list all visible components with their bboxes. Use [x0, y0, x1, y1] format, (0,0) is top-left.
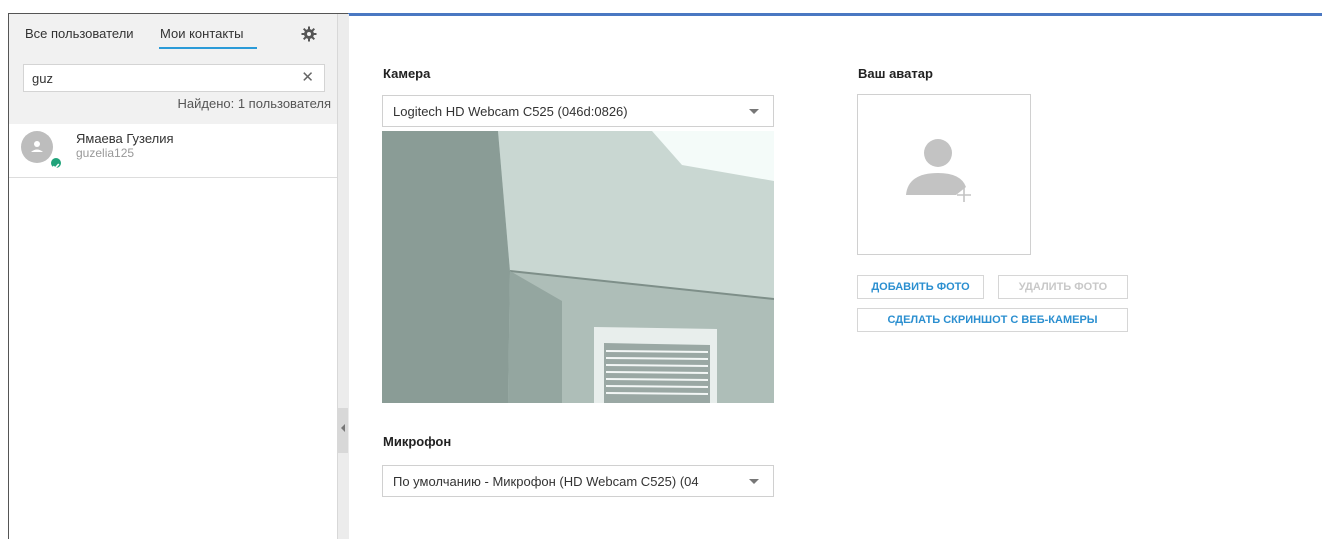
camera-preview [382, 131, 774, 403]
contact-name: Ямаева Гузелия [76, 131, 174, 146]
contact-login: guzelia125 [76, 146, 135, 160]
gear-icon[interactable] [301, 26, 317, 42]
microphone-label: Микрофон [383, 434, 452, 449]
contact-tabs: Все пользователи Мои контакты [9, 14, 337, 54]
microphone-select[interactable]: По умолчанию - Микрофон (HD Webcam C525)… [382, 465, 774, 497]
chevron-left-icon [341, 424, 345, 432]
window-top-accent [348, 13, 1322, 16]
camera-label: Камера [383, 66, 431, 81]
add-photo-button[interactable]: ДОБАВИТЬ ФОТО [857, 275, 984, 299]
user-icon [31, 141, 43, 152]
avatar-upload-area[interactable] [857, 94, 1031, 255]
contact-list-empty-area [9, 178, 337, 539]
add-user-icon [906, 139, 971, 202]
avatar-label: Ваш аватар [858, 66, 933, 81]
panel-splitter[interactable] [337, 14, 349, 539]
camera-select[interactable]: Logitech HD Webcam C525 (046d:0826) [382, 95, 774, 127]
online-status-icon [49, 156, 63, 170]
webcam-image [382, 131, 774, 403]
camera-select-value: Logitech HD Webcam C525 (046d:0826) [393, 104, 628, 119]
close-icon[interactable]: ✕ [301, 70, 314, 86]
search-result-count: Найдено: 1 пользователя [177, 96, 332, 111]
microphone-select-value: По умолчанию - Микрофон (HD Webcam C525)… [393, 474, 699, 489]
tab-my-contacts[interactable]: Мои контакты [160, 26, 244, 41]
avatar [21, 131, 53, 163]
webcam-snapshot-button[interactable]: СДЕЛАТЬ СКРИНШОТ С ВЕБ-КАМЕРЫ [857, 308, 1128, 332]
chevron-down-icon [749, 479, 759, 484]
chevron-down-icon [749, 109, 759, 114]
delete-photo-button[interactable]: УДАЛИТЬ ФОТО [998, 275, 1128, 299]
sidebar: Все пользователи Мои контакты guz ✕ Найд… [9, 14, 337, 539]
contact-list-item[interactable]: Ямаева Гузелия guzelia125 [9, 124, 337, 178]
active-tab-indicator [159, 47, 257, 49]
search-input[interactable] [32, 69, 292, 87]
search-field[interactable]: ✕ [23, 64, 325, 92]
tab-all-users[interactable]: Все пользователи [25, 26, 134, 41]
